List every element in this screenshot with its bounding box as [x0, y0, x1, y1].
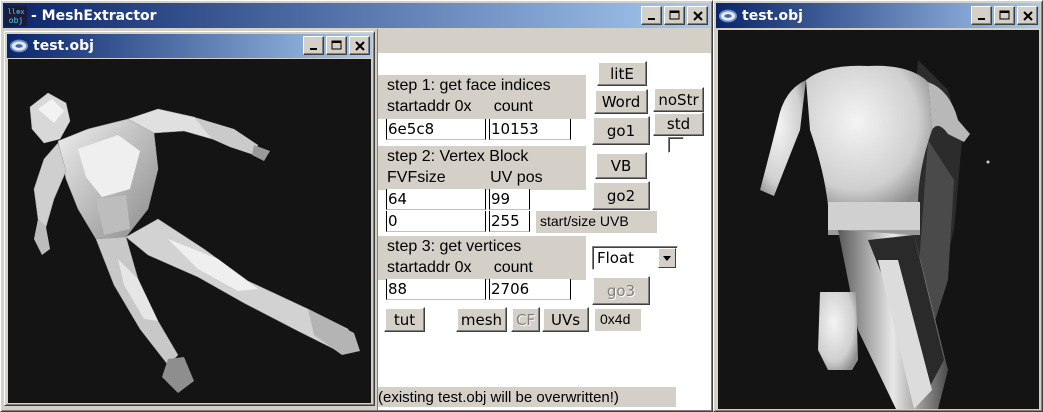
lite-button[interactable]: litE [597, 61, 647, 86]
vb-button[interactable]: VB [595, 152, 647, 179]
right-minimize-button[interactable] [971, 6, 992, 25]
minimize-icon [309, 47, 317, 50]
minimize-icon [647, 17, 655, 20]
step3-label: step 3: get vertices startaddr 0x count [378, 236, 586, 280]
face-count-input[interactable]: 10153 [489, 119, 571, 140]
maximize-button[interactable] [664, 6, 685, 25]
uvb-label: start/size UVB [536, 211, 657, 233]
mesh-torso-render [760, 60, 990, 409]
vert-count-input[interactable]: 2706 [489, 279, 571, 300]
word-button[interactable]: Word [594, 89, 648, 114]
maximize-icon [331, 40, 341, 50]
main-window-title: - MeshExtractor [31, 7, 157, 24]
right-close-button[interactable] [1017, 6, 1038, 25]
right-viewer-title: test.obj [742, 7, 803, 24]
svg-text:ll⊗x: ll⊗x [8, 8, 25, 16]
left-3d-viewport[interactable] [8, 59, 371, 403]
step2-label: step 2: Vertex Block FVFsize UV pos [378, 146, 586, 190]
format-select[interactable]: Float [592, 246, 678, 270]
hex-readout: 0x4d [595, 309, 641, 331]
minimize-button[interactable] [641, 6, 662, 25]
close-icon [1022, 10, 1033, 21]
close-icon [354, 40, 365, 51]
right-viewer-titlebar[interactable]: test.obj [716, 3, 1040, 28]
window-icon [9, 39, 29, 53]
uvs-button[interactable]: UVs [542, 307, 589, 332]
mesh-figure-render [29, 92, 360, 393]
uvb-start-input[interactable]: 0 [386, 211, 486, 232]
overwrite-warning: (existing test.obj will be overwritten!) [378, 387, 676, 407]
main-titlebar[interactable]: ll⊗x obj - MeshExtractor [3, 3, 710, 28]
left-viewer-titlebar[interactable]: test.obj [7, 34, 372, 58]
close-button[interactable] [687, 6, 708, 25]
tut-button[interactable]: tut [384, 307, 425, 332]
left-viewer-title: test.obj [33, 38, 94, 54]
mesh-button[interactable]: mesh [456, 307, 507, 332]
std-checkbox[interactable] [668, 137, 684, 153]
left-close-button[interactable] [349, 36, 370, 55]
uv-pos-input[interactable]: 99 [489, 189, 530, 210]
minimize-icon [977, 17, 985, 20]
go1-button[interactable]: go1 [592, 116, 650, 145]
panel-header-strip [377, 29, 711, 53]
svg-text:obj: obj [9, 16, 23, 25]
right-maximize-button[interactable] [994, 6, 1015, 25]
go2-button[interactable]: go2 [592, 181, 650, 210]
face-startaddr-input[interactable]: 6e5c8 [386, 119, 486, 140]
step1-label: step 1: get face indices startaddr 0x co… [378, 75, 586, 119]
chevron-down-icon[interactable] [658, 248, 676, 268]
fvf-size-input[interactable]: 64 [386, 189, 486, 210]
vert-startaddr-input[interactable]: 88 [386, 279, 486, 300]
control-panel: step 1: get face indices startaddr 0x co… [377, 53, 711, 410]
close-icon [692, 10, 703, 21]
go3-button[interactable]: go3 [592, 276, 650, 305]
left-minimize-button[interactable] [303, 36, 324, 55]
left-maximize-button[interactable] [326, 36, 347, 55]
app-icon: ll⊗x obj [5, 5, 27, 26]
uvb-size-input[interactable]: 255 [489, 211, 530, 232]
cf-button[interactable]: CF [511, 307, 540, 332]
format-select-value: Float [597, 249, 635, 267]
window-icon [718, 9, 738, 22]
nostr-button[interactable]: noStr [653, 87, 704, 112]
maximize-icon [999, 10, 1009, 20]
left-viewer-window: test.obj [4, 31, 375, 406]
right-3d-viewport[interactable] [718, 30, 1039, 409]
std-button[interactable]: std [653, 112, 704, 136]
right-viewer-window: test.obj [713, 0, 1043, 412]
maximize-icon [669, 10, 679, 20]
